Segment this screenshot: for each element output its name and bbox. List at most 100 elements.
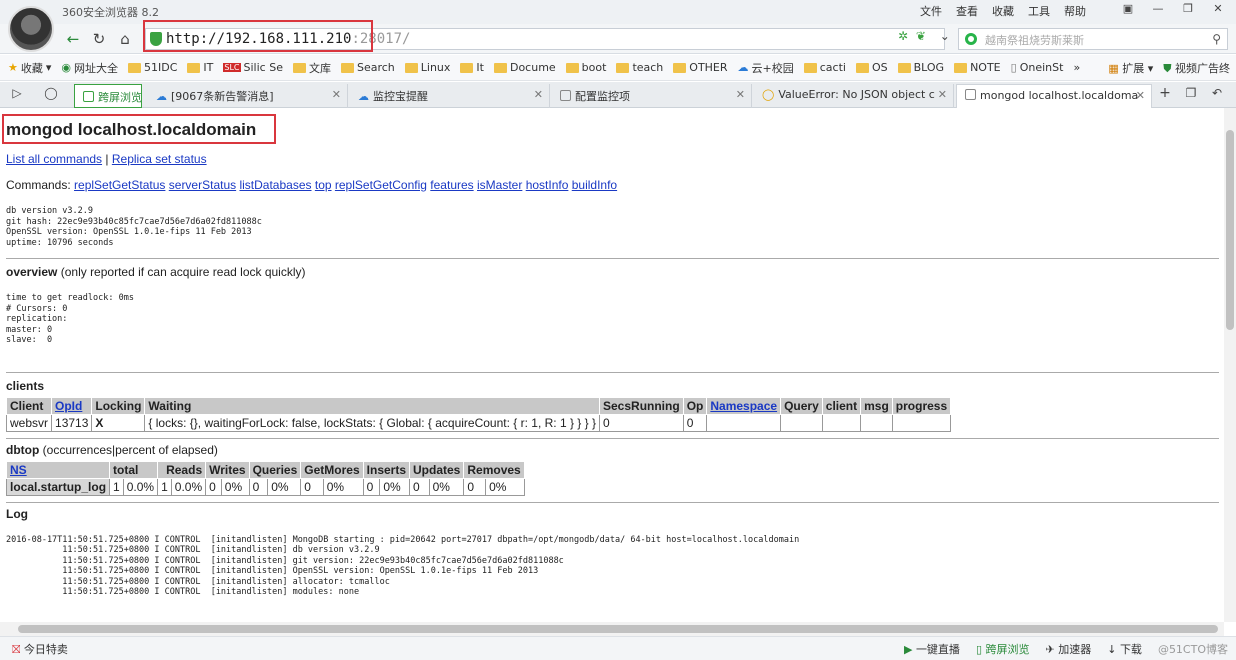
restore-icon[interactable]: ↶ xyxy=(1206,82,1228,104)
menu-tools[interactable]: 工具 xyxy=(1028,3,1050,19)
undo-close-icon[interactable]: ◯ xyxy=(40,82,62,104)
cmd-replsetgetstatus-link[interactable]: replSetGetStatus xyxy=(74,178,165,192)
folder-icon xyxy=(340,62,354,73)
cmd-ismaster-link[interactable]: isMaster xyxy=(477,178,522,192)
cmd-top-link[interactable]: top xyxy=(315,178,332,192)
menu-file[interactable]: 文件 xyxy=(920,3,942,19)
cmd-features-link[interactable]: features xyxy=(430,178,473,192)
new-tab-icon[interactable]: + xyxy=(1154,82,1176,104)
bookmark-item[interactable]: boot xyxy=(565,61,606,74)
close-button[interactable]: ✕ xyxy=(1206,0,1230,18)
back-icon[interactable]: ← xyxy=(62,28,84,50)
scroll-thumb[interactable] xyxy=(18,625,1218,633)
extensions-button[interactable]: ▦ 扩展 ▾ xyxy=(1108,60,1153,76)
bookmark-item[interactable]: ◉ 网址大全 xyxy=(61,60,118,76)
col-op: Op xyxy=(682,396,708,415)
accelerator-button[interactable]: ✈ 加速器 xyxy=(1046,641,1092,657)
cmd-hostinfo-link[interactable]: hostInfo xyxy=(526,178,569,192)
bookmark-item[interactable]: OTHER xyxy=(673,61,728,74)
home-icon[interactable]: ⌂ xyxy=(114,28,136,50)
close-icon[interactable]: ✕ xyxy=(736,88,745,101)
log-output: 2016-08-17T11:50:51.725+0800 I CONTROL [… xyxy=(6,534,800,598)
namespace-link[interactable]: Namespace xyxy=(710,399,777,413)
folder-icon xyxy=(292,62,306,73)
page-icon xyxy=(965,89,976,100)
folder-icon xyxy=(187,62,201,73)
close-icon[interactable]: ✕ xyxy=(1136,89,1145,102)
chevron-down-icon[interactable]: ⌄ xyxy=(940,29,950,43)
window-controls: ▣ — ❐ ✕ xyxy=(1116,0,1230,18)
bookmark-item[interactable]: ☁ 云+校园 xyxy=(738,60,794,76)
bookmark-more-button[interactable]: » xyxy=(1073,61,1080,74)
close-icon[interactable]: ✕ xyxy=(332,88,341,101)
vertical-scrollbar[interactable] xyxy=(1224,108,1236,622)
maximize-button[interactable]: ❐ xyxy=(1176,0,1200,18)
search-engine-icon[interactable] xyxy=(965,33,977,45)
col-namespace[interactable]: Namespace xyxy=(706,396,782,415)
tab-valueerror[interactable]: ◯ ValueError: No JSON object c ✕ xyxy=(754,84,954,108)
bookmark-item[interactable]: Search xyxy=(340,61,395,74)
bookmark-item[interactable]: ▯ OneinSt xyxy=(1011,61,1064,74)
replica-set-status-link[interactable]: Replica set status xyxy=(112,152,207,166)
col-ns[interactable]: NS xyxy=(5,460,111,479)
bookmark-favorites[interactable]: ★ 收藏 ▾ xyxy=(8,60,51,76)
tab-jiankongbao[interactable]: ☁ 监控宝提醒 ✕ xyxy=(350,84,550,108)
bookmark-item[interactable]: 文库 xyxy=(292,60,331,76)
cmd-serverstatus-link[interactable]: serverStatus xyxy=(169,178,236,192)
tab-cross-screen[interactable]: 跨屏浏览 xyxy=(74,84,142,108)
tab-config[interactable]: 配置监控项 ✕ xyxy=(552,84,752,108)
green-refresh-icon[interactable]: ✲ xyxy=(898,29,908,43)
live-button[interactable]: ▶ 一键直播 xyxy=(904,641,960,657)
menu-help[interactable]: 帮助 xyxy=(1064,3,1086,19)
bookmark-item[interactable]: cacti xyxy=(803,61,846,74)
cmd-replsetgetconfig-link[interactable]: replSetGetConfig xyxy=(335,178,427,192)
search-icon[interactable]: ⚲ xyxy=(1212,32,1221,46)
search-input[interactable]: 越南祭祖烧劳斯莱斯 ⚲ xyxy=(958,28,1228,50)
gift-icon: ⛝ xyxy=(12,643,21,656)
bookmark-item[interactable]: NOTE xyxy=(954,61,1001,74)
skin-icon[interactable]: ▣ xyxy=(1116,0,1140,18)
tab-list-icon[interactable]: ❐ xyxy=(1180,82,1202,104)
divider xyxy=(6,501,1219,503)
close-icon[interactable]: ✕ xyxy=(534,88,543,101)
bookmark-item[interactable]: 51IDC xyxy=(128,61,177,74)
close-icon[interactable]: ✕ xyxy=(938,88,947,101)
minimize-button[interactable]: — xyxy=(1146,0,1170,18)
horizontal-scrollbar[interactable] xyxy=(0,622,1224,636)
folder-icon xyxy=(565,62,579,73)
divider xyxy=(6,258,1219,259)
col-opid[interactable]: OpId xyxy=(51,396,93,415)
avatar[interactable] xyxy=(8,6,54,52)
tab-alerts[interactable]: ☁ [9067条新告警消息] ✕ xyxy=(148,84,348,108)
table-header-row: Client OpId Locking Waiting SecsRunning … xyxy=(5,396,952,415)
daily-deals-button[interactable]: ⛝ 今日特卖 xyxy=(12,641,68,657)
bookmark-item[interactable]: It xyxy=(460,61,484,74)
bookmark-item[interactable]: SLC Silic Se xyxy=(223,61,283,74)
download-button[interactable]: ↓ 下载 xyxy=(1107,641,1142,657)
cross-screen-button[interactable]: ▯ 跨屏浏览 xyxy=(976,641,1030,657)
video-ad-button[interactable]: ⛊ 视频广告终 xyxy=(1163,60,1230,76)
scroll-thumb[interactable] xyxy=(1226,130,1234,330)
silic-icon: SLC xyxy=(223,63,241,72)
col-progress: progress xyxy=(891,396,952,415)
rocket-icon: ✈ xyxy=(1045,643,1055,656)
sidebar-toggle-icon[interactable]: ▷ xyxy=(6,82,28,104)
bookmark-item[interactable]: BLOG xyxy=(897,61,944,74)
bookmark-item[interactable]: teach xyxy=(616,61,663,74)
bookmark-item[interactable]: OS xyxy=(855,61,888,74)
menu-view[interactable]: 查看 xyxy=(956,3,978,19)
menu-favorites[interactable]: 收藏 xyxy=(992,3,1014,19)
bookmarks-bar: ★ 收藏 ▾ ◉ 网址大全 51IDC IT SLC Silic Se 文库 Searc… xyxy=(0,55,1236,81)
cmd-buildinfo-link[interactable]: buildInfo xyxy=(572,178,617,192)
opid-link[interactable]: OpId xyxy=(55,399,82,413)
bookmark-item[interactable]: Docume xyxy=(493,61,556,74)
list-all-commands-link[interactable]: List all commands xyxy=(6,152,102,166)
refresh-icon[interactable]: ↻ xyxy=(88,28,110,50)
cmd-listdatabases-link[interactable]: listDatabases xyxy=(239,178,311,192)
leaf-icon[interactable]: ❦ xyxy=(916,29,926,43)
ns-link[interactable]: NS xyxy=(10,463,27,477)
bookmark-item[interactable]: Linux xyxy=(404,61,450,74)
tab-mongod[interactable]: mongod localhost.localdoma ✕ xyxy=(956,84,1152,108)
folder-icon xyxy=(493,62,507,73)
bookmark-item[interactable]: IT xyxy=(187,61,213,74)
